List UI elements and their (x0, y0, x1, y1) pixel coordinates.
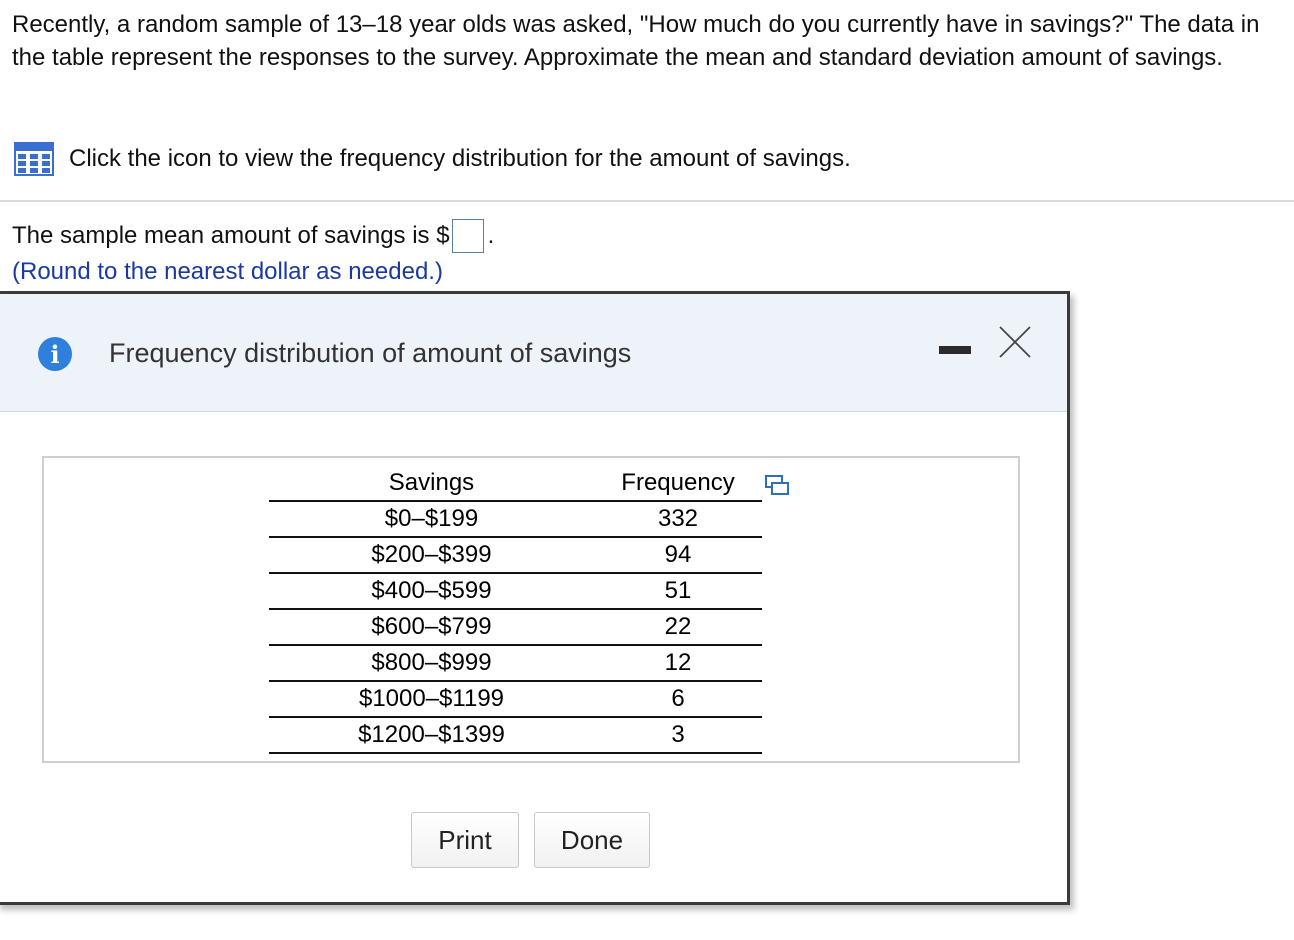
frequency-cell: 51 (594, 573, 762, 610)
frequency-table: Savings Frequency $0–$199 332 $200–$399 … (269, 466, 762, 754)
close-icon[interactable] (997, 324, 1033, 360)
savings-cell: $800–$999 (269, 645, 594, 682)
table-row: $400–$599 51 (269, 573, 762, 610)
dialog-title: Frequency distribution of amount of savi… (109, 338, 632, 368)
icon-prompt-text: Click the icon to view the frequency dis… (69, 145, 851, 172)
frequency-cell: 6 (594, 681, 762, 718)
answer-line: The sample mean amount of savings is $ . (12, 217, 494, 255)
dialog-header: i Frequency distribution of amount of sa… (0, 294, 1067, 412)
savings-cell: $1200–$1399 (269, 717, 594, 754)
info-icon: i (38, 337, 72, 371)
frequency-cell: 94 (594, 537, 762, 574)
done-button[interactable]: Done (534, 812, 650, 868)
table-header-row: Savings Frequency (269, 466, 762, 502)
table-row: $1200–$1399 3 (269, 717, 762, 754)
answer-suffix: . (487, 222, 495, 249)
table-frame: Savings Frequency $0–$199 332 $200–$399 … (42, 456, 1020, 763)
header-savings: Savings (269, 466, 594, 502)
svg-text:i: i (50, 340, 59, 369)
frequency-cell: 22 (594, 609, 762, 646)
print-button[interactable]: Print (411, 812, 519, 868)
minimize-button[interactable] (939, 338, 973, 362)
answer-prefix: The sample mean amount of savings is $ (12, 222, 450, 249)
table-row: $200–$399 94 (269, 537, 762, 574)
icon-prompt-row: Click the icon to view the frequency dis… (14, 142, 851, 176)
table-row: $600–$799 22 (269, 609, 762, 646)
frequency-dialog: i Frequency distribution of amount of sa… (0, 291, 1070, 905)
savings-cell: $200–$399 (269, 537, 594, 574)
divider (0, 200, 1294, 202)
minimize-icon (939, 346, 971, 354)
header-frequency: Frequency (594, 466, 762, 502)
savings-cell: $400–$599 (269, 573, 594, 610)
savings-cell: $1000–$1199 (269, 681, 594, 718)
table-grid-icon[interactable] (14, 142, 54, 176)
table-row: $0–$199 332 (269, 501, 762, 538)
table-row: $800–$999 12 (269, 645, 762, 682)
mean-answer-input[interactable] (451, 219, 484, 253)
savings-cell: $600–$799 (269, 609, 594, 646)
savings-cell: $0–$199 (269, 501, 594, 538)
frequency-cell: 12 (594, 645, 762, 682)
rounding-hint: (Round to the nearest dollar as needed.) (12, 258, 443, 285)
copy-icon[interactable] (764, 474, 790, 496)
table-row: $1000–$1199 6 (269, 681, 762, 718)
question-text: Recently, a random sample of 13–18 year … (12, 11, 1260, 71)
frequency-cell: 3 (594, 717, 762, 754)
frequency-cell: 332 (594, 501, 762, 538)
